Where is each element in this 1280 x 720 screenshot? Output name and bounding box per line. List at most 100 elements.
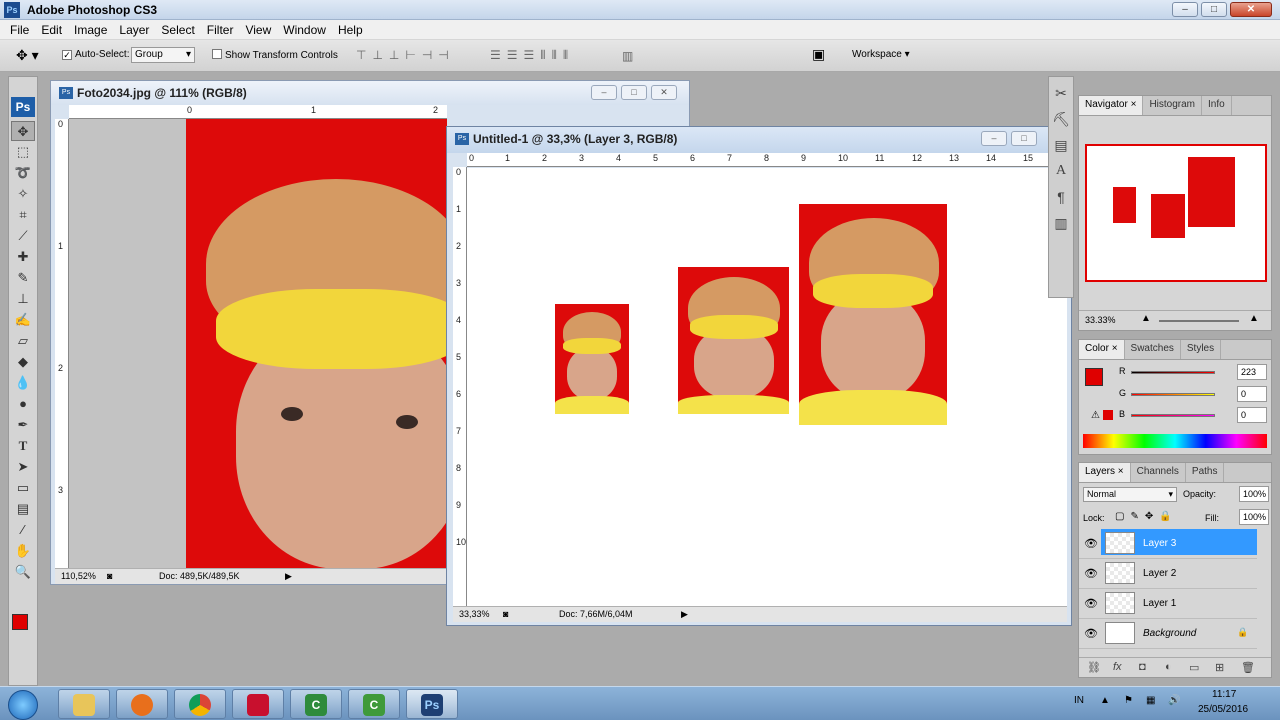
distribute-hcenter-icon[interactable]: ⦀ — [552, 48, 557, 63]
document-canvas[interactable] — [467, 168, 1067, 606]
marquee-tool-icon[interactable]: ⬚ — [11, 142, 35, 162]
close-tab-icon[interactable]: × — [1131, 99, 1137, 110]
status-icon[interactable]: ◙ — [503, 609, 508, 619]
menu-help[interactable]: Help — [332, 23, 369, 37]
document-title-bar[interactable]: Ps Foto2034.jpg @ 111% (RGB/8) – □ ✕ — [51, 81, 689, 105]
auto-align-icon[interactable]: ▥ — [622, 49, 633, 63]
visibility-eye-icon[interactable]: 👁 — [1084, 627, 1098, 640]
align-right-icon[interactable]: ⊣ — [438, 48, 448, 62]
warning-icon[interactable]: ⚠ — [1091, 410, 1100, 421]
paragraph-icon[interactable]: ¶ — [1051, 187, 1071, 207]
move-tool-preset-icon[interactable]: ✥ ▾ — [16, 47, 39, 64]
visibility-eye-icon[interactable]: 👁 — [1084, 537, 1098, 550]
menu-image[interactable]: Image — [68, 23, 113, 37]
taskbar-explorer[interactable] — [58, 689, 110, 719]
notes-tool-icon[interactable]: ▤ — [11, 499, 35, 519]
network-icon[interactable]: ▦ — [1146, 695, 1155, 706]
doc-close-button[interactable]: ✕ — [651, 85, 677, 100]
tab-info[interactable]: Info — [1202, 96, 1232, 115]
menu-select[interactable]: Select — [155, 23, 200, 37]
layer-1-photo[interactable] — [555, 304, 629, 414]
menu-edit[interactable]: Edit — [35, 23, 68, 37]
zoom-in-icon[interactable]: ▲ — [1249, 313, 1259, 324]
tray-expand-icon[interactable]: ▲ — [1100, 695, 1110, 706]
blend-mode-dropdown[interactable]: Normal ▾ — [1083, 487, 1177, 502]
bridge-icon[interactable]: ▣ — [812, 46, 825, 63]
zoom-level[interactable]: 33,33% — [459, 609, 490, 619]
move-tool-icon[interactable]: ✥ — [11, 121, 35, 141]
taskbar-chrome[interactable] — [174, 689, 226, 719]
lasso-tool-icon[interactable]: ➰ — [11, 163, 35, 183]
horizontal-ruler[interactable]: 0 1 2 3 4 5 6 7 8 9 10 11 12 13 14 15 — [467, 153, 1067, 167]
gamut-warning-swatch[interactable] — [1103, 410, 1113, 420]
layer-row[interactable]: 👁 Layer 2 — [1079, 559, 1257, 589]
color-ramp[interactable] — [1083, 434, 1267, 448]
status-menu-arrow-icon[interactable]: ▶ — [285, 571, 292, 582]
doc-minimize-button[interactable]: – — [981, 131, 1007, 146]
layer-name[interactable]: Background — [1143, 628, 1196, 639]
layer-3-photo[interactable] — [799, 204, 947, 425]
tab-paths[interactable]: Paths — [1186, 463, 1225, 482]
layer-comps-icon[interactable]: ▥ — [1051, 213, 1071, 233]
align-bottom-icon[interactable]: ⊥ — [389, 48, 399, 62]
r-value[interactable]: 223 — [1237, 364, 1267, 380]
align-hcenter-icon[interactable]: ⊣ — [422, 48, 432, 62]
layer-row[interactable]: 👁 Layer 3 — [1079, 529, 1257, 559]
visibility-eye-icon[interactable]: 👁 — [1084, 567, 1098, 580]
workspace-button[interactable]: Workspace ▾ — [852, 49, 910, 60]
slice-tool-icon[interactable]: ⟋ — [11, 226, 35, 246]
layer-name[interactable]: Layer 1 — [1143, 598, 1176, 609]
link-layers-icon[interactable]: ⛓ — [1087, 661, 1101, 674]
new-layer-icon[interactable]: ⊞ — [1215, 661, 1224, 674]
foreground-color-swatch[interactable] — [12, 614, 28, 630]
brush-tool-icon[interactable]: ✎ — [11, 268, 35, 288]
adjustment-layer-icon[interactable]: ◐ — [1165, 661, 1172, 673]
magic-wand-tool-icon[interactable]: ✧ — [11, 184, 35, 204]
hand-tool-icon[interactable]: ✋ — [11, 541, 35, 561]
taskbar-acrobat[interactable] — [232, 689, 284, 719]
align-vcenter-icon[interactable]: ⊥ — [372, 48, 382, 62]
zoom-slider[interactable] — [1159, 320, 1239, 322]
delete-layer-icon[interactable]: 🗑 — [1241, 661, 1255, 674]
status-menu-arrow-icon[interactable]: ▶ — [681, 609, 688, 620]
close-tab-icon[interactable]: × — [1112, 343, 1118, 354]
color-foreground-swatch[interactable] — [1085, 368, 1103, 386]
crop-tool-icon[interactable]: ⌗ — [11, 205, 35, 225]
layer-name[interactable]: Layer 2 — [1143, 568, 1176, 579]
volume-icon[interactable]: 🔊 — [1168, 695, 1180, 706]
layer-row[interactable]: 👁 Layer 1 — [1079, 589, 1257, 619]
align-buttons[interactable]: ⊤ ⊥ ⊥ ⊢ ⊣ ⊣ — [356, 48, 449, 62]
menu-layer[interactable]: Layer — [113, 23, 155, 37]
distribute-top-icon[interactable]: ☰ — [490, 48, 501, 63]
gradient-tool-icon[interactable]: ◆ — [11, 352, 35, 372]
tab-histogram[interactable]: Histogram — [1143, 96, 1203, 115]
tab-channels[interactable]: Channels — [1131, 463, 1186, 482]
doc-minimize-button[interactable]: – — [591, 85, 617, 100]
healing-brush-tool-icon[interactable]: ✚ — [11, 247, 35, 267]
distribute-vcenter-icon[interactable]: ☰ — [507, 48, 518, 63]
distribute-bottom-icon[interactable]: ☰ — [524, 48, 535, 63]
clone-stamp-tool-icon[interactable]: ⊥ — [11, 289, 35, 309]
tool-presets-icon[interactable]: ✂ — [1051, 83, 1071, 103]
tab-color[interactable]: Color × — [1079, 340, 1125, 359]
doc-maximize-button[interactable]: □ — [621, 85, 647, 100]
document-title-bar[interactable]: Ps Untitled-1 @ 33,3% (Layer 3, RGB/8) –… — [447, 127, 1071, 153]
menu-view[interactable]: View — [239, 23, 277, 37]
close-tab-icon[interactable]: × — [1118, 466, 1124, 477]
layer-mask-icon[interactable]: ◘ — [1139, 661, 1146, 673]
status-icon[interactable]: ◙ — [107, 571, 112, 581]
visibility-eye-icon[interactable]: 👁 — [1084, 597, 1098, 610]
layer-style-icon[interactable]: fx — [1113, 661, 1122, 673]
tab-styles[interactable]: Styles — [1181, 340, 1222, 359]
path-selection-tool-icon[interactable]: ➤ — [11, 457, 35, 477]
menu-file[interactable]: File — [4, 23, 35, 37]
opacity-value[interactable]: 100% — [1239, 486, 1269, 502]
show-transform-checkbox[interactable]: Show Transform Controls — [212, 49, 338, 61]
lock-icons[interactable]: ▢✎✥🔒 — [1115, 511, 1178, 522]
clone-source-icon[interactable]: ▤ — [1051, 135, 1071, 155]
document-window-untitled[interactable]: Ps Untitled-1 @ 33,3% (Layer 3, RGB/8) –… — [446, 126, 1072, 626]
navigator-zoom[interactable]: 33.33% — [1085, 315, 1116, 325]
doc-maximize-button[interactable]: □ — [1011, 131, 1037, 146]
start-button[interactable] — [8, 690, 38, 720]
b-value[interactable]: 0 — [1237, 407, 1267, 423]
